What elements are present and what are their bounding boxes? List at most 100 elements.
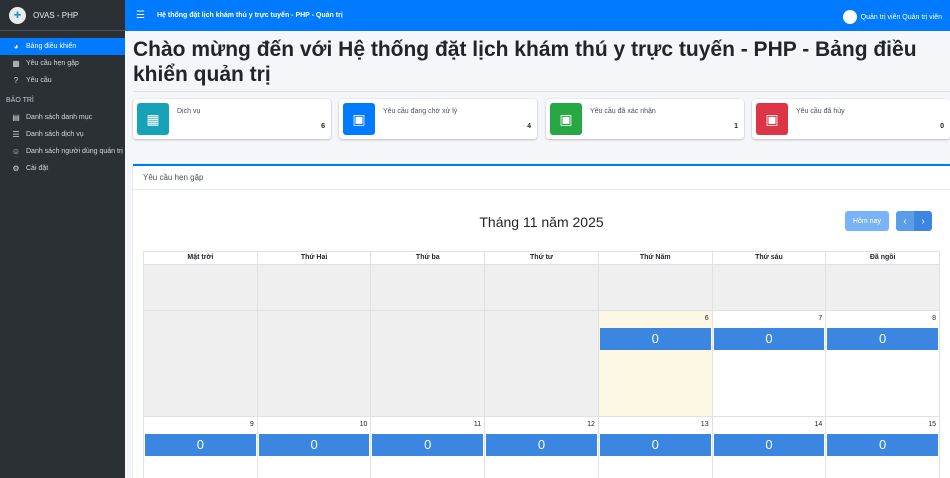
calendar-day-cell[interactable] xyxy=(257,265,372,311)
calendar-day-cell[interactable]: 90 xyxy=(144,417,258,478)
day-number: 10 xyxy=(359,421,368,428)
appointment-count-event[interactable]: 0 xyxy=(372,434,484,456)
info-box-label: Dịch vụ xyxy=(177,108,201,115)
info-box-count: 1 xyxy=(734,123,738,130)
appointment-count-event[interactable]: 0 xyxy=(599,328,711,350)
calendar-day-cell[interactable]: 60 xyxy=(598,311,713,417)
day-number: 13 xyxy=(700,421,709,428)
calendar-grid: Mặt trời Thứ Hai Thứ ba Thứ tư Thứ Năm T… xyxy=(143,251,941,478)
appointment-count-event[interactable]: 0 xyxy=(827,328,939,350)
info-box-label: Yêu cầu đã hủy xyxy=(796,108,845,115)
weekday-header: Thứ Hai xyxy=(258,252,372,264)
brand-link[interactable]: ✚ OVAS - PHP xyxy=(0,0,125,31)
prev-month-button[interactable]: ‹ xyxy=(896,211,914,231)
info-box-services: ▦ Dịch vụ 6 xyxy=(133,99,331,139)
calendar-day-cell[interactable] xyxy=(712,265,827,311)
appointment-count-event[interactable]: 0 xyxy=(258,434,370,456)
calendar-day-cell[interactable] xyxy=(485,265,599,311)
sidebar-item-services[interactable]: ☰ Danh sách dịch vụ xyxy=(0,126,125,143)
user-name: Quản trị viên Quản trị viên xyxy=(860,13,942,21)
user-menu[interactable]: Quản trị viên Quản trị viên xyxy=(842,10,942,24)
sidebar-item-label: Danh sách danh mục xyxy=(26,114,93,121)
sidebar-item-label: Danh sách người dùng quản trị xyxy=(26,148,123,155)
question-circle-icon: ? xyxy=(13,76,19,85)
menu-toggle-icon[interactable]: ☰ xyxy=(136,10,145,21)
top-navbar: ☰ Hệ thống đặt lịch khám thú y trực tuyế… xyxy=(125,0,950,31)
weekday-header: Thứ ba xyxy=(371,252,486,264)
info-box-pending: ▣ Yêu cầu đang chờ xử lý 4 xyxy=(339,99,537,139)
appointment-count-event[interactable]: 0 xyxy=(827,434,939,456)
users-icon: ☺ xyxy=(11,147,21,156)
calendar-week-row xyxy=(143,265,941,311)
appointment-count-event[interactable]: 0 xyxy=(713,328,825,350)
calendar-check-icon: ▣ xyxy=(550,103,582,135)
day-number: 12 xyxy=(587,421,595,428)
info-box-confirmed: ▣ Yêu cầu đã xác nhận 1 xyxy=(546,99,744,139)
calendar-day-cell[interactable]: 14 0 xyxy=(713,417,827,478)
title-divider xyxy=(133,91,950,92)
sidebar-nav: ◕ Bảng điều khiển ▦ Yêu cầu hẹn gặp ? Yê… xyxy=(0,31,125,177)
card-title: Yêu cầu hẹn gặp xyxy=(133,166,950,190)
day-number: 7 xyxy=(818,315,823,322)
weekday-header-row: Mặt trời Thứ Hai Thứ ba Thứ tư Thứ Năm T… xyxy=(143,251,940,265)
calendar-day-cell[interactable] xyxy=(485,311,599,417)
today-button[interactable]: Hôm nay xyxy=(845,211,889,231)
sidebar-item-categories[interactable]: ▤ Danh sách danh mục xyxy=(0,109,125,126)
calendar-times-icon: ▣ xyxy=(756,103,788,135)
next-month-button[interactable]: › xyxy=(914,211,932,231)
calendar-day-cell[interactable] xyxy=(257,311,372,417)
calendar-weeks: 6 0 7 0 8 0 9 0 10 0 11 0 12 0 13 0 14 0 15 0 xyxy=(143,265,941,478)
day-number: 15 xyxy=(928,421,937,428)
sidebar-item-label: Danh sách dịch vụ xyxy=(26,131,84,138)
weekday-header: Thứ tư xyxy=(485,252,599,264)
calendar-day-cell[interactable]: 13 0 xyxy=(599,417,713,478)
table-icon: ▤ xyxy=(12,113,20,122)
weekday-header: Thứ Năm xyxy=(599,252,713,264)
sidebar-item-settings[interactable]: ⚙ Cài đặt xyxy=(0,160,125,177)
brand-name: OVAS - PHP xyxy=(33,10,79,20)
info-box-label: Yêu cầu đã xác nhận xyxy=(590,108,656,115)
sidebar-item-label: Yêu cầu hẹn gặp xyxy=(26,60,79,67)
calendar-day-cell[interactable]: 15 0 xyxy=(826,417,941,478)
calendar-day-cell[interactable]: 12 0 xyxy=(485,417,599,478)
calendar-day-cell[interactable]: 70 xyxy=(712,311,827,417)
main-content: Chào mừng đến với Hệ thống đặt lịch khám… xyxy=(125,31,950,478)
day-number: 8 xyxy=(932,315,937,322)
sidebar-item-label: Cài đặt xyxy=(26,165,49,172)
calendar-day-cell[interactable] xyxy=(144,265,258,311)
calendar-day-cell[interactable]: 11 0 xyxy=(371,417,486,478)
calendar-day-cell[interactable] xyxy=(144,311,258,417)
calendar-day-cell[interactable] xyxy=(826,265,941,311)
sidebar-item-label: Bảng điều khiển xyxy=(26,43,77,50)
list-icon: ☰ xyxy=(12,130,20,139)
calendar-day-cell[interactable] xyxy=(371,265,486,311)
weekday-header: Mặt trời xyxy=(144,252,258,264)
calendar-icon: ▣ xyxy=(343,103,375,135)
calendar-day-cell[interactable] xyxy=(598,265,713,311)
weekday-header: Thứ sáu xyxy=(713,252,827,264)
calendar-week-row: 9 0 10 0 11 0 12 0 13 0 14 0 15 0 xyxy=(143,417,941,478)
info-box-count: 6 xyxy=(321,123,325,130)
sidebar: ✚ OVAS - PHP ◕ Bảng điều khiển ▦ Yêu cầu… xyxy=(0,0,125,478)
appointment-count-event[interactable]: 0 xyxy=(713,434,825,456)
appointments-calendar-card: Yêu cầu hẹn gặp Tháng 11 năm 2025 Hôm na… xyxy=(133,164,950,478)
avatar xyxy=(842,10,857,24)
appointment-count-event[interactable]: 0 xyxy=(486,434,597,456)
sidebar-item-appointments[interactable]: ▦ Yêu cầu hẹn gặp xyxy=(0,55,125,72)
dashboard-icon: ◕ xyxy=(13,42,19,51)
topbar-title: Hệ thống đặt lịch khám thú y trực tuyến … xyxy=(156,12,343,19)
cogs-icon: ⚙ xyxy=(12,164,20,173)
table-icon: ▦ xyxy=(137,103,169,135)
appointment-count-event[interactable]: 0 xyxy=(599,434,711,456)
appointment-count-event[interactable]: 0 xyxy=(145,434,256,456)
sidebar-item-users[interactable]: ☺ Danh sách người dùng quản trị xyxy=(0,143,125,160)
calendar-icon: ▦ xyxy=(12,59,20,68)
sidebar-item-dashboard[interactable]: ◕ Bảng điều khiển xyxy=(0,38,125,55)
calendar-day-cell[interactable]: 80 xyxy=(826,311,941,417)
day-number: 9 xyxy=(249,421,254,428)
weekday-header: Đã ngồi xyxy=(869,254,896,261)
calendar-day-cell[interactable]: 10 0 xyxy=(258,417,372,478)
page-title: Chào mừng đến với Hệ thống đặt lịch khám… xyxy=(133,38,917,86)
sidebar-item-inquiries[interactable]: ? Yêu cầu xyxy=(0,72,125,89)
calendar-day-cell[interactable] xyxy=(371,311,486,417)
